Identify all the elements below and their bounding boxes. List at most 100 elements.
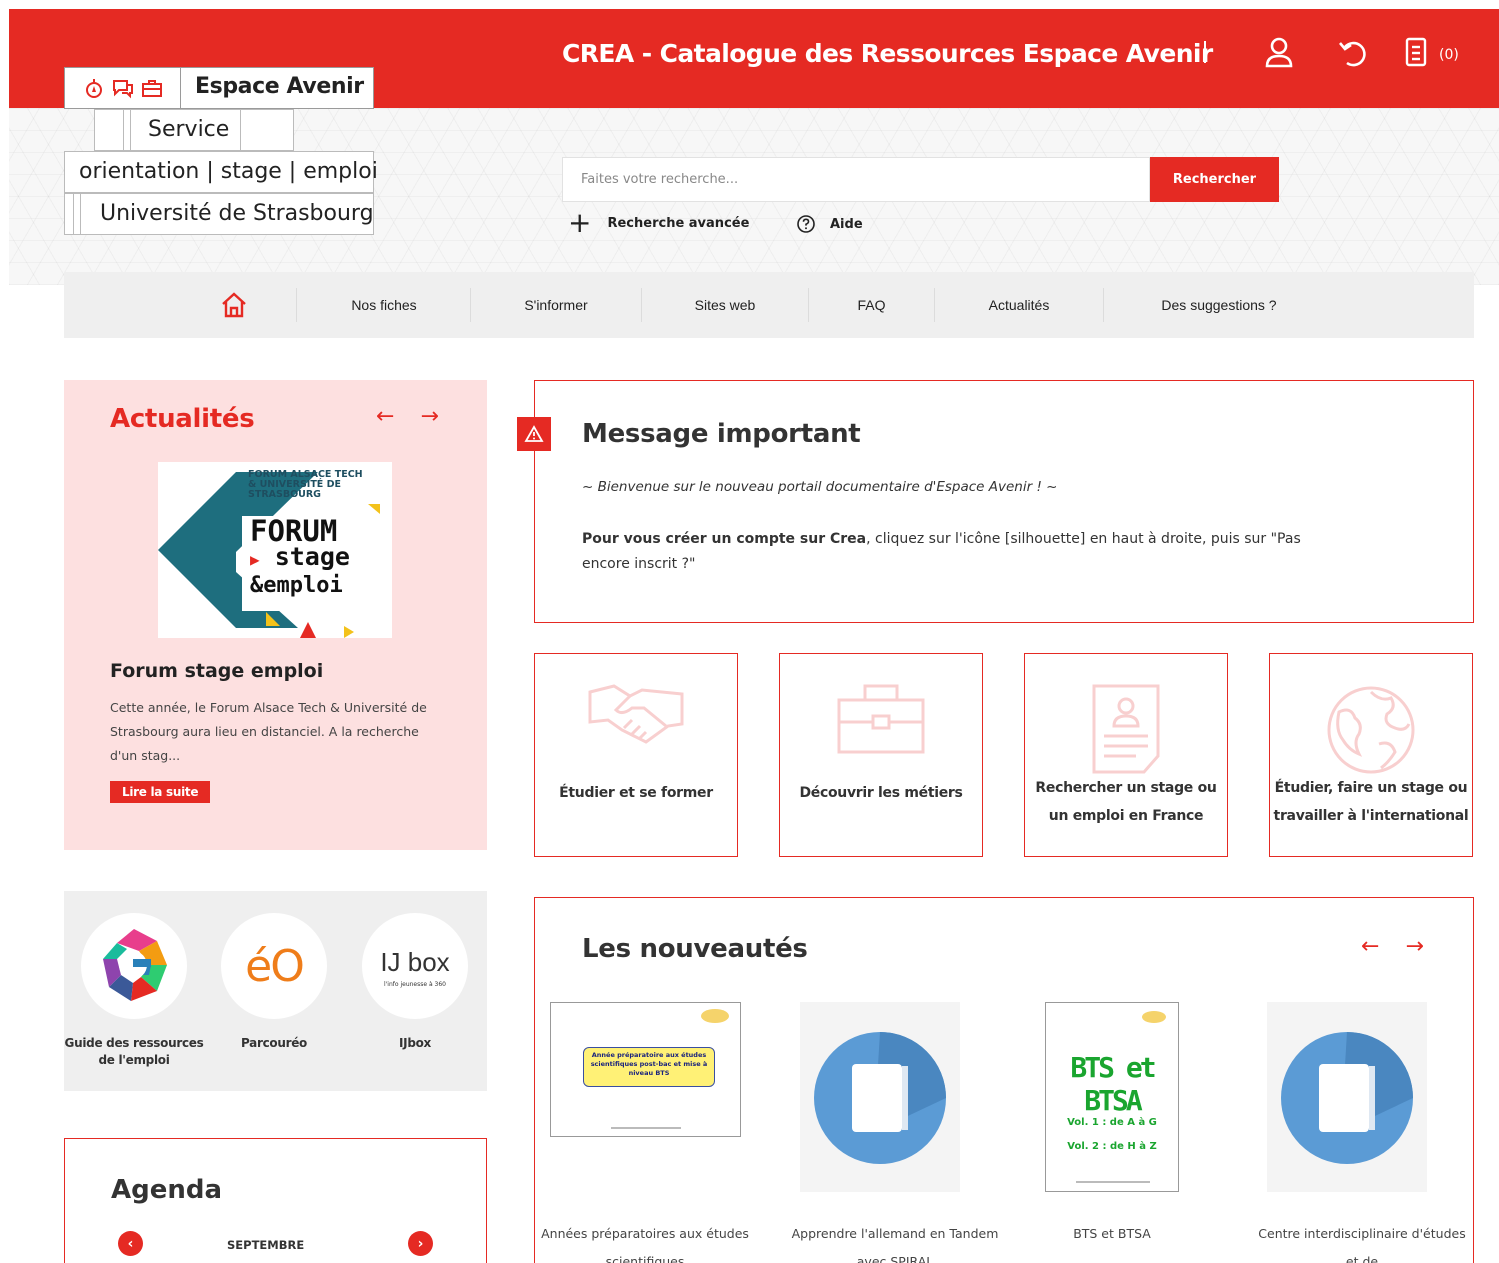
generic-book-icon <box>1281 1032 1413 1168</box>
logo-espace-avenir[interactable]: Espace Avenir <box>64 67 374 109</box>
book-caption: Années préparatoires aux études scientif… <box>541 1226 749 1263</box>
book-cover-text: Année préparatoire aux études scientifiq… <box>583 1047 715 1087</box>
partner-parcoureo[interactable]: éO Parcouréo <box>204 913 344 1052</box>
news-image-line4: stage <box>274 542 350 571</box>
book-caption: Apprendre l'allemand en Tandem avec SPIR… <box>791 1226 999 1263</box>
home-icon <box>222 292 246 318</box>
briefcase-icon <box>833 678 929 762</box>
user-icon[interactable] <box>1264 37 1294 73</box>
nouveautes-title: Les nouveautés <box>582 934 808 964</box>
news-excerpt: Cette année, le Forum Alsace Tech & Univ… <box>110 700 427 763</box>
message-title: Message important <box>582 419 861 449</box>
message-welcome: ~ Bienvenue sur le nouveau portail docum… <box>582 479 1058 495</box>
book-caption: BTS et BTSA <box>1073 1226 1151 1241</box>
arrow-right-icon[interactable]: → <box>1405 934 1423 959</box>
partner-label: Parcouréo <box>241 1036 307 1050</box>
briefcase-small-icon <box>141 80 162 97</box>
book-cover-vol1: Vol. 1 : de A à G <box>1067 1117 1157 1128</box>
plus-icon: + <box>568 206 592 239</box>
nav-s-informer[interactable]: S'informer <box>471 272 641 338</box>
partners-panel: Guide des ressources de l'emploi éO Parc… <box>64 891 487 1091</box>
cv-document-icon <box>1088 684 1164 778</box>
logo-university: Université de Strasbourg <box>64 193 374 235</box>
logo-university-text: Université de Strasbourg <box>100 201 374 226</box>
logo-tagline: orientation | stage | emploi <box>64 151 378 193</box>
read-more-button[interactable]: Lire la suite <box>110 781 211 803</box>
message-important-panel: Message important ~ Bienvenue sur le nou… <box>517 380 1474 623</box>
message-body: Pour vous créer un compte sur Crea, cliq… <box>582 527 1302 577</box>
news-image-line3: FORUM <box>250 514 338 548</box>
actualites-panel: Actualités ← → FORUM ALSACE TECH & UNIVE… <box>64 380 487 850</box>
history-icon[interactable] <box>1337 37 1369 73</box>
main-nav: Nos fiches S'informer Sites web FAQ Actu… <box>64 272 1474 338</box>
logo-name: Espace Avenir <box>195 74 364 99</box>
compass-icon <box>85 79 102 98</box>
message-body-bold: Pour vous créer un compte sur Crea <box>582 531 867 547</box>
actualites-arrows: ← → <box>376 404 439 429</box>
news-title[interactable]: Forum stage emploi <box>110 660 323 682</box>
help-icon <box>797 215 815 233</box>
handshake-icon <box>586 678 686 752</box>
nav-actualites[interactable]: Actualités <box>935 272 1103 338</box>
news-image-line5: &emploi <box>250 573 343 598</box>
nav-nos-fiches[interactable]: Nos fiches <box>298 272 470 338</box>
nav-suggestions[interactable]: Des suggestions ? <box>1104 272 1334 338</box>
ijbox-logo-sub: l'info jeunesse à 360 <box>383 981 447 988</box>
partner-label: IJbox <box>398 1036 431 1050</box>
nav-faq[interactable]: FAQ <box>809 272 934 338</box>
book-caption: Centre interdisciplinaire d'études et de <box>1258 1226 1466 1263</box>
actualites-title: Actualités <box>110 404 255 434</box>
parcoureo-logo: éO <box>221 913 327 1019</box>
warning-icon <box>517 417 551 451</box>
chat-icon <box>112 80 133 99</box>
nouveautes-panel: Les nouveautés ← → Année préparatoire au… <box>534 897 1474 1263</box>
nav-sites-web[interactable]: Sites web <box>642 272 808 338</box>
tile-rechercher-stage[interactable]: Rechercher un stage ou un emploi en Fran… <box>1024 653 1228 857</box>
header-separator <box>1204 41 1206 63</box>
help-label: Aide <box>830 216 863 232</box>
tile-label: Découvrir les métiers <box>799 785 963 801</box>
ijbox-logo: IJ box l'info jeunesse à 360 <box>362 913 468 1019</box>
parcoureo-logo-text: éO <box>245 941 305 992</box>
arrow-right-icon[interactable]: → <box>420 404 438 429</box>
tile-label: Étudier, faire un stage ou travailler à … <box>1273 780 1469 824</box>
logo-service-text: Service <box>148 117 230 142</box>
partner-guide-ressources[interactable]: Guide des ressources de l'emploi <box>64 913 204 1069</box>
tile-decouvrir-metiers[interactable]: Découvrir les métiers <box>779 653 983 857</box>
search-button[interactable]: Rechercher <box>1150 157 1279 202</box>
help-link[interactable]: Aide <box>796 214 863 234</box>
logo-tagline-text: orientation | stage | emploi <box>79 159 378 184</box>
arrow-left-icon[interactable]: ← <box>376 404 394 429</box>
agenda-month: SEPTEMBRE <box>227 1238 305 1252</box>
advanced-search-label: Recherche avancée <box>607 215 750 231</box>
book-cover-vol2: Vol. 2 : de H à Z <box>1067 1141 1157 1152</box>
guide-logo <box>81 913 187 1019</box>
news-image-line2: & UNIVERSITÉ DE STRASBOURG <box>248 479 341 500</box>
book-cover: BTS et BTSA Vol. 1 : de A à G Vol. 2 : d… <box>1045 1002 1179 1192</box>
tile-etudier-se-former[interactable]: Étudier et se former <box>534 653 738 857</box>
advanced-search-link[interactable]: + Recherche avancée <box>568 206 750 239</box>
basket-icon[interactable] <box>1405 37 1427 73</box>
agenda-prev-button[interactable]: ‹ <box>118 1231 143 1256</box>
agenda-panel: Agenda ‹ SEPTEMBRE › <box>64 1138 487 1263</box>
site-title[interactable]: CREA - Catalogue des Ressources Espace A… <box>562 39 1213 68</box>
search-input[interactable] <box>562 157 1150 202</box>
basket-count[interactable]: (0) <box>1439 47 1459 63</box>
partner-ijbox[interactable]: IJ box l'info jeunesse à 360 IJbox <box>345 913 485 1052</box>
globe-icon <box>1325 684 1417 780</box>
generic-book-icon <box>814 1032 946 1168</box>
logo-service: Service <box>94 109 294 151</box>
logo-icons <box>65 68 181 108</box>
book-cover-title: BTS et BTSA <box>1070 1051 1156 1117</box>
arrow-left-icon[interactable]: ← <box>1361 934 1379 959</box>
tile-label: Rechercher un stage ou un emploi en Fran… <box>1035 780 1217 824</box>
partner-label: Guide des ressources de l'emploi <box>64 1036 204 1067</box>
tile-international[interactable]: Étudier, faire un stage ou travailler à … <box>1269 653 1473 857</box>
nav-home[interactable] <box>194 272 274 338</box>
ijbox-logo-text: IJ box <box>380 947 450 977</box>
tile-label: Étudier et se former <box>559 785 713 801</box>
nouveautes-arrows: ← → <box>1361 934 1424 959</box>
agenda-title: Agenda <box>111 1175 223 1205</box>
agenda-next-button[interactable]: › <box>408 1231 433 1256</box>
news-image[interactable]: FORUM ALSACE TECH & UNIVERSITÉ DE STRASB… <box>158 462 392 638</box>
